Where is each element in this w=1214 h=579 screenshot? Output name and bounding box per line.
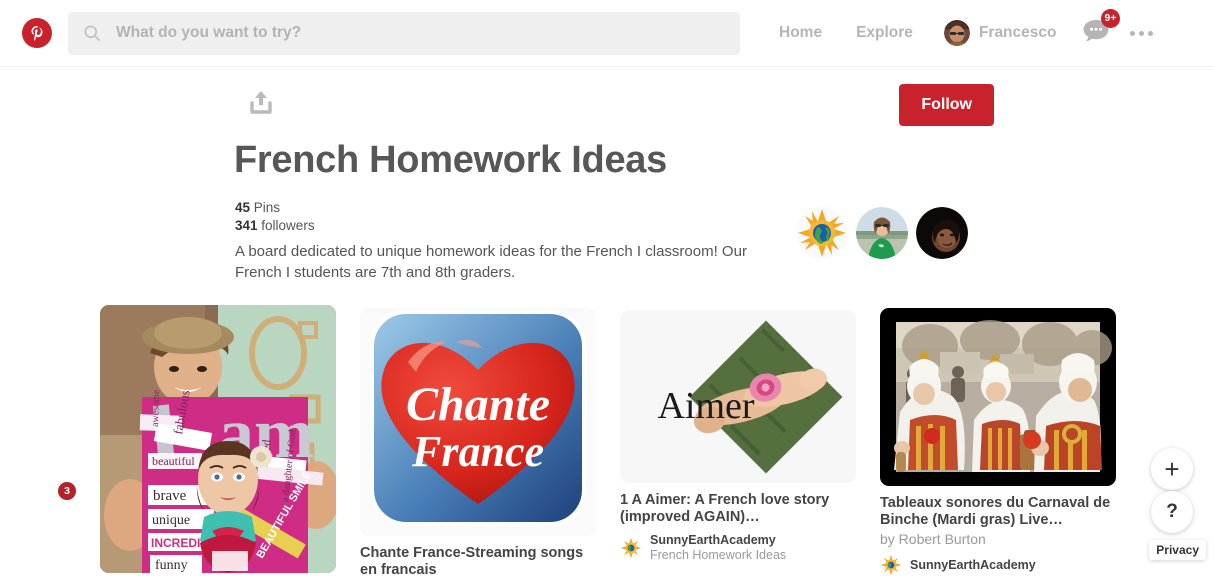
pin-attribution-4[interactable]: SunnyEarthAcademy	[880, 554, 1116, 576]
attribution-name-3: SunnyEarthAcademy	[650, 533, 776, 547]
svg-text:funny: funny	[155, 558, 188, 573]
attribution-avatar-3	[620, 537, 642, 559]
svg-text:France: France	[411, 427, 544, 476]
board-metadata: 45 Pins 341 followers A board dedicated …	[235, 199, 795, 283]
pin-image-2[interactable]: Chante France	[360, 308, 596, 536]
nav-item-explore[interactable]: Explore	[839, 24, 930, 42]
svg-text:beautiful: beautiful	[152, 454, 195, 468]
dot-3-icon	[1148, 30, 1154, 36]
pin-image-3[interactable]: Aimer	[620, 310, 856, 483]
pins-count-line: 45 Pins	[235, 199, 795, 217]
sun-earth-logo-icon	[620, 537, 642, 559]
user-avatar-image	[943, 20, 970, 46]
collaborator-avatar-sunnyearthacademy[interactable]	[796, 207, 848, 259]
messages-button[interactable]: 9+	[1068, 8, 1124, 49]
pin-author-4: by Robert Burton	[880, 531, 986, 547]
top-navigation-bar: Home Explore Fr	[0, 0, 1214, 67]
dot-1-icon	[1130, 30, 1136, 36]
svg-text:Aimer: Aimer	[657, 385, 754, 427]
followers-count-line: 341 followers	[235, 217, 795, 235]
pinterest-logo-icon[interactable]	[22, 18, 52, 48]
pin-card-3[interactable]: Aimer 1 A Aimer: A French love story (im…	[620, 310, 856, 563]
svg-text:Chante: Chante	[406, 378, 550, 431]
pin-card-4[interactable]: Tableaux sonores du Carnaval de Binche (…	[880, 308, 1116, 576]
svg-text:unique: unique	[152, 513, 190, 528]
share-button[interactable]	[248, 88, 274, 121]
collaborator-avatar-3[interactable]	[916, 207, 968, 259]
pin-card-2[interactable]: Chante France Chante France-Streaming so…	[360, 308, 596, 579]
pin-title-3: 1 A Aimer: A French love story (improved…	[620, 492, 830, 525]
search-input[interactable]	[116, 24, 726, 42]
pin-card-1[interactable]: am awesome fabulous beautiful brave uniq…	[100, 305, 336, 573]
collaborator-photo-green-shirt	[856, 207, 908, 259]
pin-image-1[interactable]: am awesome fabulous beautiful brave uniq…	[100, 305, 336, 573]
sun-earth-logo-icon	[880, 554, 902, 576]
sun-earth-logo-icon	[796, 207, 848, 259]
search-bar[interactable]	[68, 11, 740, 55]
pin-image-2-graphic: Chante France	[360, 308, 596, 536]
pins-count: 45	[235, 200, 251, 215]
board-collaborators	[796, 207, 968, 259]
svg-text:brave: brave	[153, 488, 187, 504]
svg-text:awesome: awesome	[150, 389, 162, 427]
collaborator-avatar-2[interactable]	[856, 207, 908, 259]
header-right-nav: Home Explore Francesco 9+	[762, 8, 1169, 49]
pin-attribution-3[interactable]: SunnyEarthAcademy French Homework Ideas	[620, 533, 856, 563]
add-pin-button[interactable]: +	[1151, 448, 1193, 490]
user-avatar	[943, 20, 970, 46]
attribution-text-4: SunnyEarthAcademy	[910, 558, 1036, 573]
collaborator-photo-dark	[916, 207, 968, 259]
user-menu[interactable]: Francesco	[930, 20, 1069, 46]
messages-unread-badge: 9+	[1100, 8, 1121, 28]
pinterest-p-glyph	[30, 25, 42, 41]
board-description: A board dedicated to unique homework ide…	[235, 243, 747, 281]
board-actions-row: Follow	[236, 84, 994, 130]
dot-2-icon	[1139, 30, 1145, 36]
followers-label: followers	[261, 218, 315, 233]
upload-share-icon	[250, 91, 272, 114]
nav-item-home[interactable]: Home	[762, 24, 839, 42]
side-notification-badge: 3	[58, 482, 76, 500]
privacy-link[interactable]: Privacy	[1149, 540, 1206, 560]
follow-button[interactable]: Follow	[899, 84, 994, 126]
pin-image-4[interactable]	[880, 308, 1116, 486]
user-name-label: Francesco	[978, 24, 1057, 41]
pin-title-4: Tableaux sonores du Carnaval de Binche (…	[880, 495, 1111, 528]
search-icon	[84, 25, 100, 41]
pin-image-3-graphic: Aimer	[620, 310, 856, 483]
attribution-board-3: French Homework Ideas	[650, 548, 787, 562]
pin-image-1-graphic: am awesome fabulous beautiful brave uniq…	[100, 305, 336, 573]
help-button[interactable]: ?	[1151, 491, 1193, 533]
attribution-text-3: SunnyEarthAcademy French Homework Ideas	[650, 533, 786, 563]
pin-image-4-graphic	[880, 308, 1116, 486]
pins-label: Pins	[253, 200, 281, 215]
followers-count: 341	[235, 218, 258, 233]
attribution-name-4: SunnyEarthAcademy	[910, 557, 1036, 572]
attribution-avatar-4	[880, 554, 902, 576]
board-title: French Homework Ideas	[234, 139, 667, 181]
pin-title-2: Chante France-Streaming songs en francai…	[360, 545, 584, 578]
more-options-button[interactable]	[1124, 30, 1169, 36]
